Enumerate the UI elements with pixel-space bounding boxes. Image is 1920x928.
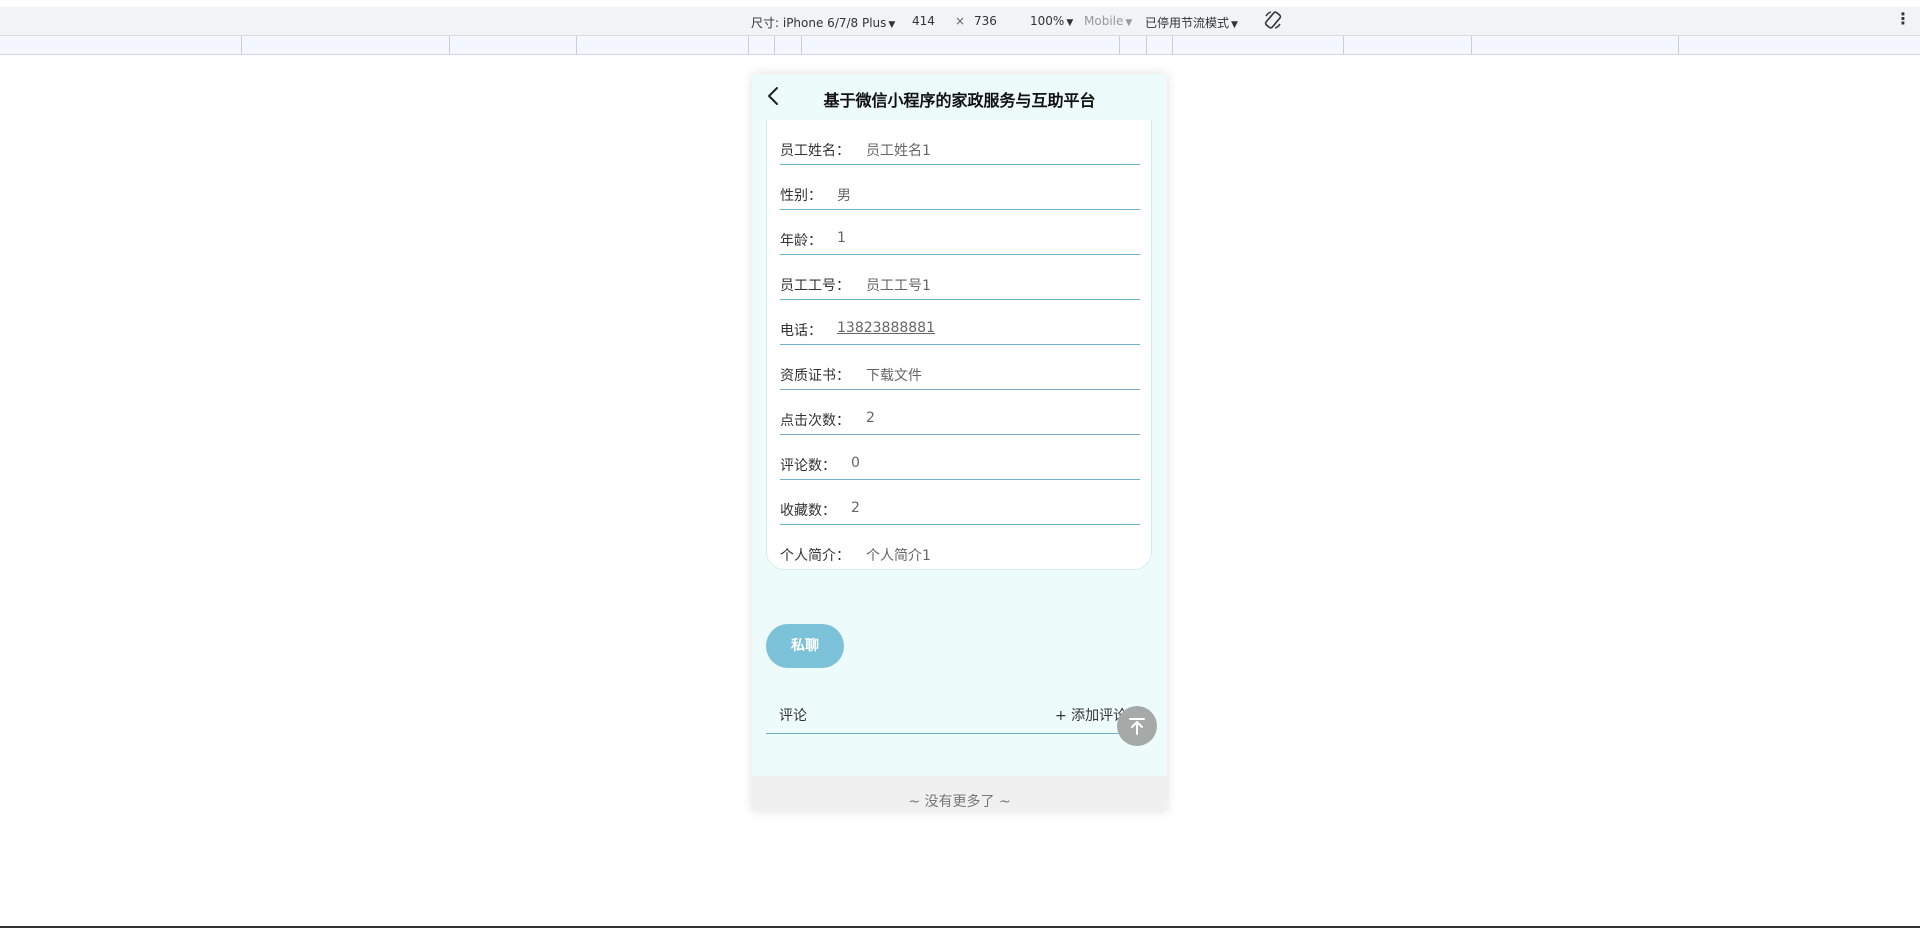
width-input[interactable]: 414 [912,14,935,28]
no-more-footer: ~ 没有更多了 ~ [752,776,1167,811]
arrow-up-icon [1129,718,1145,735]
comment-title: 评论 [779,708,807,724]
rotate-icon[interactable] [1263,10,1283,30]
detail-row-name: 员工姓名： 员工姓名1 [780,120,1140,165]
ruler-tick [1471,36,1472,54]
detail-value: 男 [837,188,851,204]
mobile-viewport: 基于微信小程序的家政服务与互助平台 员工姓名： 员工姓名1 性别： 男 年龄： … [752,74,1167,811]
detail-value: 2 [851,500,860,516]
detail-row-favorites: 收藏数： 2 [780,480,1140,525]
detail-label: 电话： [780,323,822,339]
detail-label: 收藏数： [780,503,836,519]
detail-value: 员工姓名1 [866,143,931,159]
detail-label: 性别： [780,188,822,204]
ruler-tick [449,36,450,54]
download-file-link[interactable]: 下载文件 [866,365,922,385]
detail-value: 员工工号1 [866,278,931,294]
private-chat-button[interactable]: 私聊 [766,624,844,668]
detail-label: 点击次数： [780,413,850,429]
ruler-tick [1343,36,1344,54]
ruler-tick [1678,36,1679,54]
detail-value: 1 [837,230,846,246]
staff-detail-card: 员工姓名： 员工姓名1 性别： 男 年龄： 1 员工工号： 员工工号1 电话： … [766,120,1152,570]
ruler-tick [576,36,577,54]
device-label: 尺寸: iPhone 6/7/8 Plus [751,16,887,30]
times-icon: × [955,14,966,28]
throttle-label: 已停用节流模式 [1145,16,1230,30]
ruler-tick [1119,36,1120,54]
caret-down-icon: ▼ [1231,20,1238,30]
caret-down-icon: ▼ [1066,18,1074,28]
detail-row-comment-count: 评论数： 0 [780,435,1140,480]
ruler-tick [1146,36,1147,54]
detail-label: 员工工号： [780,278,850,294]
caret-down-icon: ▼ [888,20,896,30]
ruler-tick [774,36,775,54]
phone-link[interactable]: 13823888881 [837,320,935,336]
detail-row-age: 年龄： 1 [780,210,1140,255]
detail-row-phone: 电话： 13823888881 [780,300,1140,345]
detail-label: 资质证书： [780,368,850,384]
detail-value: 个人简介1 [866,548,931,564]
detail-label: 年龄： [780,233,822,249]
ruler-tick [801,36,802,54]
ruler-tick [1172,36,1173,54]
detail-label: 评论数： [780,458,836,474]
more-options-icon[interactable]: ⋮ [1895,9,1911,28]
detail-row-gender: 性别： 男 [780,165,1140,210]
ruler-tick [748,36,749,54]
detail-label: 员工姓名： [780,143,850,159]
caret-down-icon: ▼ [1125,18,1133,28]
mode-label: Mobile [1084,14,1124,28]
media-query-ruler [0,36,1920,55]
detail-row-staff-id: 员工工号： 员工工号1 [780,255,1140,300]
mode-select[interactable]: Mobile ▼ [1084,14,1132,28]
zoom-select[interactable]: 100% ▼ [1030,14,1073,28]
page-title: 基于微信小程序的家政服务与互助平台 [823,91,1096,110]
nav-bar: 基于微信小程序的家政服务与互助平台 [752,74,1167,120]
ruler-tick [241,36,242,54]
detail-row-clicks: 点击次数： 2 [780,390,1140,435]
detail-row-bio: 个人简介： 个人简介1 [780,525,1140,570]
device-select[interactable]: 尺寸: iPhone 6/7/8 Plus ▼ [751,14,895,31]
devtools-device-toolbar: 尺寸: iPhone 6/7/8 Plus ▼ 414 × 736 100% ▼ M… [0,7,1920,36]
detail-value: 0 [851,455,860,471]
throttle-select[interactable]: 已停用节流模式 ▼ [1145,14,1238,31]
height-input[interactable]: 736 [974,14,997,28]
detail-value: 2 [866,410,875,426]
comment-section-header: 评论 + 添加评论 [766,692,1154,734]
detail-label: 个人简介： [780,548,850,564]
back-to-top-button[interactable] [1117,706,1157,746]
zoom-label: 100% [1030,14,1065,28]
detail-row-certificate: 资质证书： 下载文件 [780,345,1140,390]
